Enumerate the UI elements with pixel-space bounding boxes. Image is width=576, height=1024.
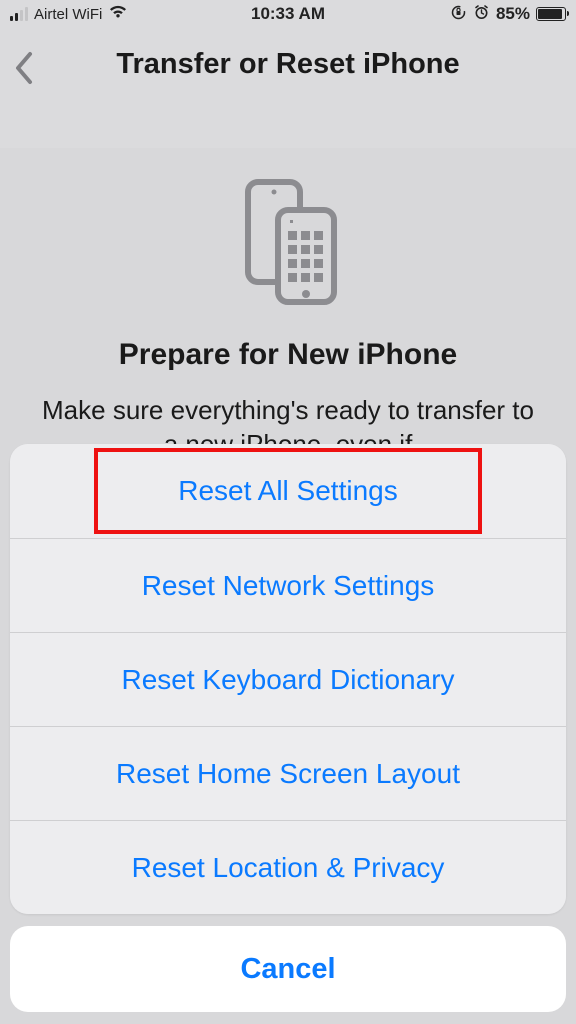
option-label: Reset All Settings (178, 475, 397, 507)
reset-location-privacy-option[interactable]: Reset Location & Privacy (10, 820, 566, 914)
cancel-label: Cancel (240, 953, 335, 986)
cancel-button[interactable]: Cancel (10, 926, 566, 1012)
reset-all-settings-option[interactable]: Reset All Settings (10, 444, 566, 538)
option-label: Reset Network Settings (142, 570, 435, 602)
action-sheet: Reset All Settings Reset Network Setting… (10, 444, 566, 1012)
reset-home-screen-layout-option[interactable]: Reset Home Screen Layout (10, 726, 566, 820)
option-label: Reset Location & Privacy (132, 852, 445, 884)
reset-keyboard-dictionary-option[interactable]: Reset Keyboard Dictionary (10, 632, 566, 726)
reset-network-settings-option[interactable]: Reset Network Settings (10, 538, 566, 632)
option-label: Reset Home Screen Layout (116, 758, 460, 790)
option-label: Reset Keyboard Dictionary (121, 664, 454, 696)
